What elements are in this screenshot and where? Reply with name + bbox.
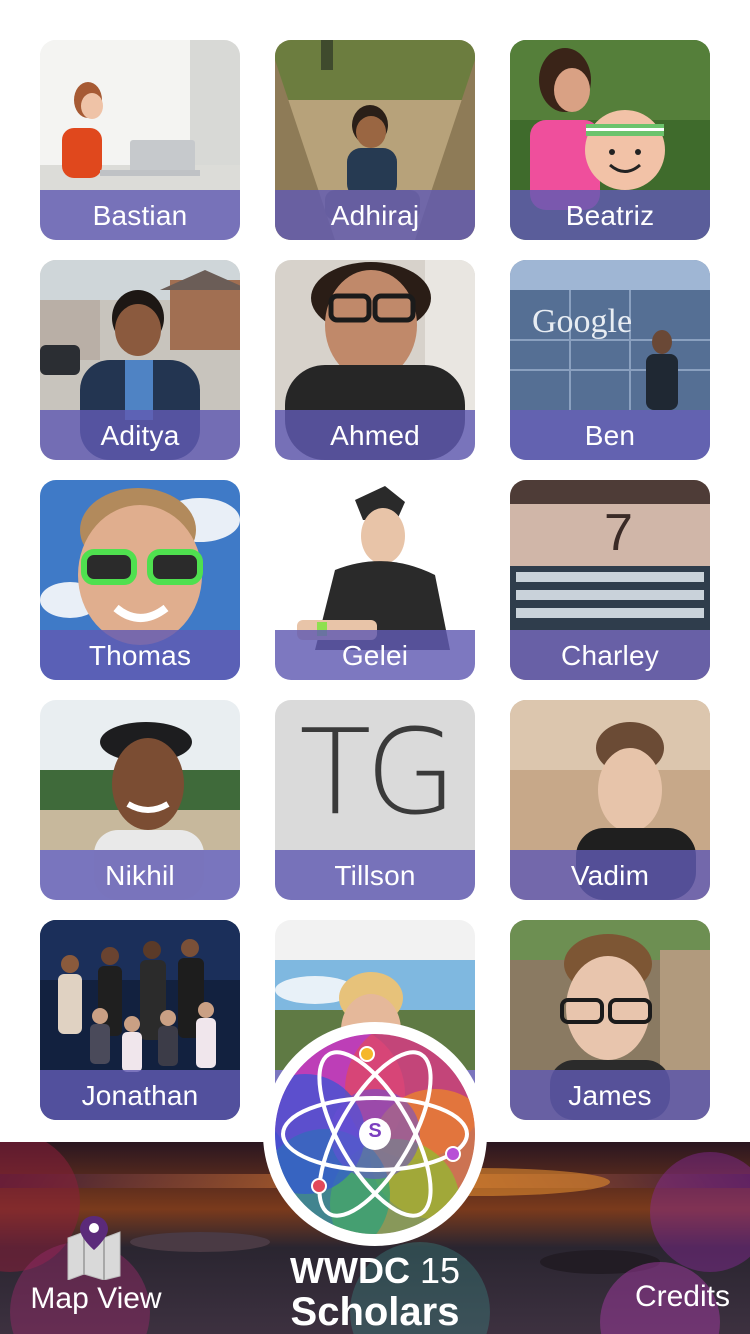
- scholar-name: Ahmed: [275, 410, 475, 460]
- scholar-name: Vadim: [510, 850, 710, 900]
- app-title: WWDC 15: [0, 1250, 750, 1292]
- scholar-name: Tillson: [275, 850, 475, 900]
- tillson-initials: TG: [299, 703, 457, 841]
- scholar-name: Thomas: [40, 630, 240, 680]
- wwdc-scholars-logo[interactable]: S: [263, 1022, 487, 1246]
- scholar-name: Jonathan: [40, 1070, 240, 1120]
- seven-sign-text: 7: [604, 504, 633, 562]
- scholar-name: Adhiraj: [275, 190, 475, 240]
- title-number: 15: [419, 1250, 460, 1291]
- app-subtitle: Scholars: [290, 1290, 460, 1334]
- scholar-card-ben[interactable]: Google Ben: [510, 260, 710, 460]
- scholar-card-james[interactable]: James: [510, 920, 710, 1120]
- title-bold: WWDC: [289, 1250, 410, 1291]
- scholar-card-jonathan[interactable]: Jonathan: [40, 920, 240, 1120]
- scholar-card-aditya[interactable]: Aditya: [40, 260, 240, 460]
- scholar-card-vadim[interactable]: Vadim: [510, 700, 710, 900]
- scholar-name: Beatriz: [510, 190, 710, 240]
- scholar-name: Aditya: [40, 410, 240, 460]
- google-sign-text: Google: [532, 303, 632, 340]
- scholar-grid: Bastian Adhiraj Beatriz Aditya Ahmed Goo…: [40, 40, 710, 1120]
- scholar-card-thomas[interactable]: Thomas: [40, 480, 240, 680]
- scholar-name: Ben: [510, 410, 710, 460]
- scholar-name: Charley: [510, 630, 710, 680]
- scholar-card-charley[interactable]: 7 Charley: [510, 480, 710, 680]
- logo-letter: S: [368, 1120, 382, 1142]
- scholar-card-bastian[interactable]: Bastian: [40, 40, 240, 240]
- scholar-name: Nikhil: [40, 850, 240, 900]
- scholar-card-beatriz[interactable]: Beatriz: [510, 40, 710, 240]
- scholar-card-adhiraj[interactable]: Adhiraj: [275, 40, 475, 240]
- scholar-card-ahmed[interactable]: Ahmed: [275, 260, 475, 460]
- scholar-name: Bastian: [40, 190, 240, 240]
- scholar-card-gelei[interactable]: Gelei: [275, 480, 475, 680]
- scholar-name: Gelei: [275, 630, 475, 680]
- scholar-name: James: [510, 1070, 710, 1120]
- scholar-card-tillson[interactable]: TG Tillson: [275, 700, 475, 900]
- scholar-card-nikhil[interactable]: Nikhil: [40, 700, 240, 900]
